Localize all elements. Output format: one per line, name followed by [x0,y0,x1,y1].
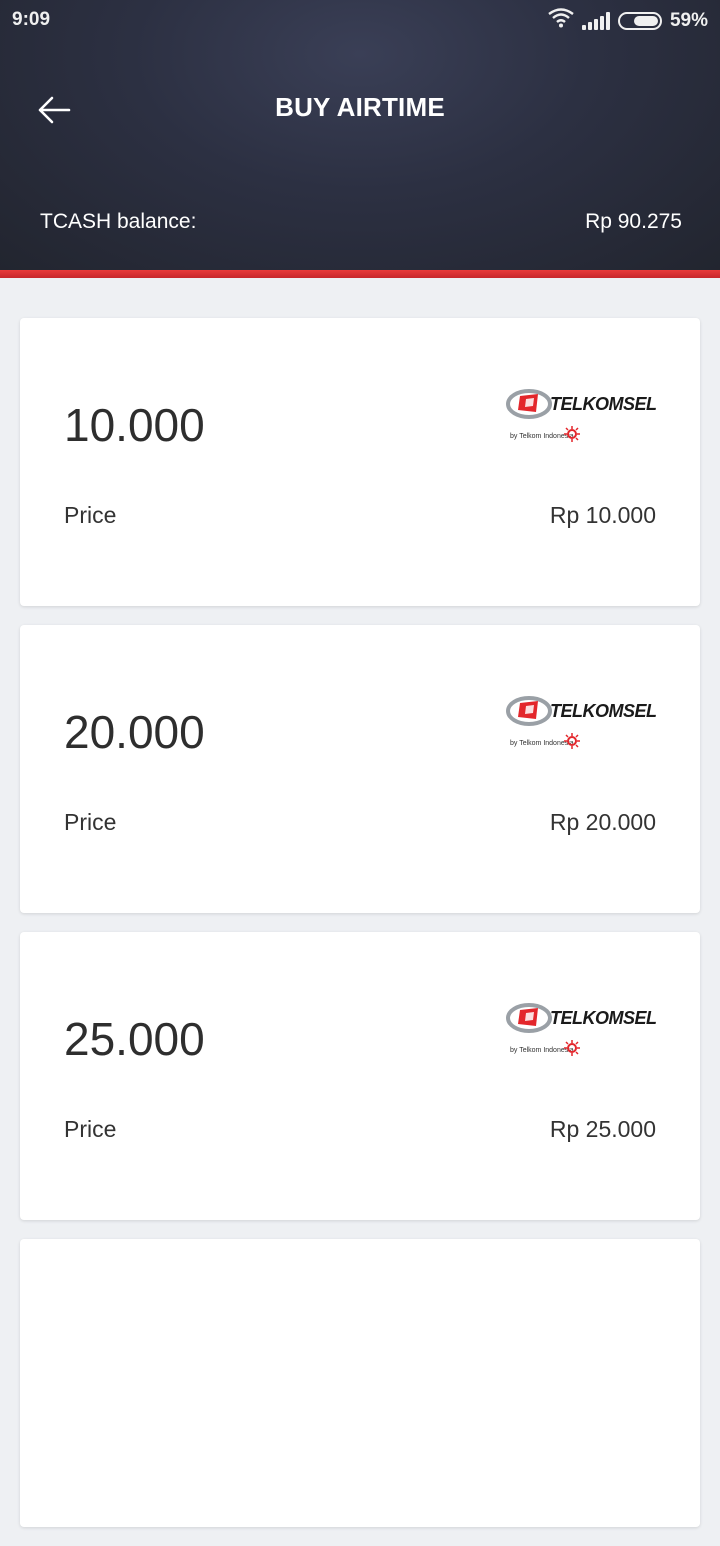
telkom-sun-icon [564,426,580,442]
price-label: Price [64,1116,117,1142]
status-time: 9:09 [12,9,51,30]
status-icons: 59% [548,8,708,34]
wifi-icon [548,8,574,34]
telkom-sun-icon [564,1040,580,1056]
airtime-card[interactable]: 20.000 TELKOMSEL by Telkom Indonesia Pri… [20,625,700,913]
battery-icon [617,12,662,30]
app-header: 9:09 59% BUY AIRTIME TCASH balance: Rp 9… [0,0,720,270]
airtime-card-partial[interactable] [20,1239,700,1527]
page-title: BUY AIRTIME [275,92,445,122]
telkomsel-logo: TELKOMSEL by Telkom Indonesia [506,994,657,1064]
airtime-card[interactable]: 25.000 TELKOMSEL by Telkom Indonesia Pri… [20,932,700,1220]
signal-icon [581,12,610,30]
brand-name: TELKOMSEL [550,701,657,721]
status-bar: 9:09 59% [0,0,720,40]
telkom-sun-icon [564,733,580,749]
airtime-amount: 20.000 [64,706,205,758]
balance-label: TCASH balance: [40,210,197,233]
airtime-list: 10.000 TELKOMSEL by Telkom Indonesia Pri… [20,318,700,1546]
brand-name: TELKOMSEL [550,1008,657,1028]
price-label: Price [64,809,117,835]
airtime-amount: 25.000 [64,1013,205,1065]
price-value: Rp 25.000 [549,1116,656,1142]
price-value: Rp 20.000 [549,809,656,835]
balance-value: Rp 90.275 [585,210,682,233]
telkomsel-emblem-icon [506,696,552,726]
telkomsel-logo: TELKOMSEL by Telkom Indonesia [506,380,657,450]
brand-name: TELKOMSEL [550,394,657,414]
airtime-card[interactable]: 10.000 TELKOMSEL by Telkom Indonesia Pri… [20,318,700,606]
battery-percent: 59% [669,10,708,31]
airtime-amount: 10.000 [64,399,205,451]
price-value: Rp 10.000 [549,502,656,528]
telkomsel-logo: TELKOMSEL by Telkom Indonesia [506,687,657,757]
price-label: Price [64,502,117,528]
telkomsel-emblem-icon [506,1003,552,1033]
accent-divider [0,270,720,278]
telkomsel-emblem-icon [506,389,552,419]
